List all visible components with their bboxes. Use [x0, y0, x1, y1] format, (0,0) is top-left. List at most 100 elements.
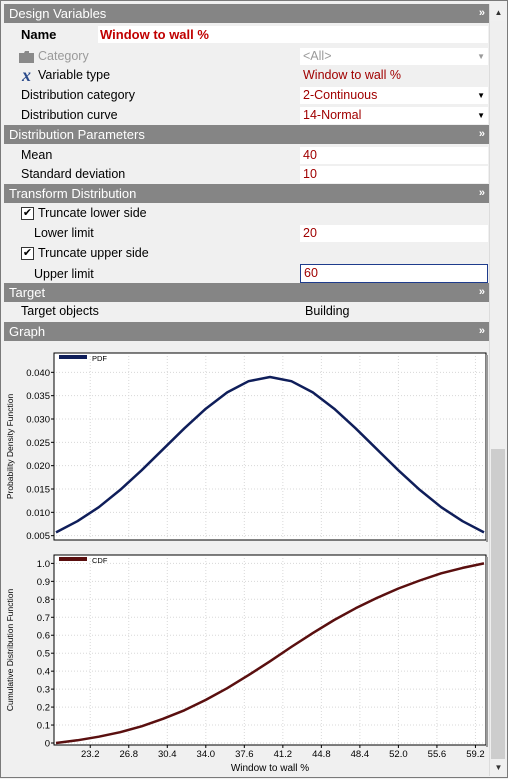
x-tick-label: 34.0 — [197, 749, 216, 760]
y-tick-label: 0.025 — [26, 438, 50, 449]
y-tick-label: 0.8 — [37, 595, 50, 606]
collapse-icon[interactable]: » — [479, 125, 485, 143]
vertical-scrollbar[interactable]: ▲ ▼ — [489, 4, 507, 776]
upper-limit-row: Upper limit 60 — [4, 263, 489, 283]
distribution-category-label: Distribution category — [21, 88, 135, 102]
std-row: Standard deviation 10 — [4, 165, 489, 184]
distribution-curve-select[interactable]: 14-Normal ▼ — [300, 107, 488, 124]
section-header-design-variables[interactable]: Design Variables » — [4, 4, 489, 23]
legend-label: CDF — [92, 556, 108, 565]
y-tick-label: 0.6 — [37, 631, 50, 642]
lower-limit-label: Lower limit — [34, 226, 94, 240]
y-tick-label: 0.035 — [26, 391, 50, 402]
x-tick-label: 48.4 — [351, 749, 370, 760]
truncate-upper-label: Truncate upper side — [38, 246, 149, 260]
section-title: Transform Distribution — [9, 186, 137, 201]
mean-input[interactable]: 40 — [300, 147, 488, 164]
name-label: Name — [21, 27, 57, 42]
category-label: Category — [38, 49, 89, 63]
distribution-curve-label: Distribution curve — [21, 108, 118, 122]
section-header-target[interactable]: Target » — [4, 283, 489, 302]
variable-x-icon: x — [21, 67, 31, 84]
scroll-up-icon[interactable]: ▲ — [490, 4, 507, 21]
y-tick-label: 0.9 — [37, 577, 50, 588]
plot-shadow — [486, 557, 488, 747]
x-tick-label: 59.2 — [466, 749, 485, 760]
y-tick-label: 0.020 — [26, 461, 50, 472]
x-tick-label: 52.0 — [389, 749, 408, 760]
upper-limit-input[interactable]: 60 — [300, 264, 488, 283]
lower-limit-row: Lower limit 20 — [4, 224, 489, 243]
truncate-upper-row: ✔ Truncate upper side — [4, 244, 489, 263]
y-tick-label: 0.005 — [26, 531, 50, 542]
y-tick-label: 0.2 — [37, 703, 50, 714]
section-header-transform-distribution[interactable]: Transform Distribution » — [4, 184, 489, 203]
y-axis-label: Cumulative Distribution Function — [5, 589, 15, 712]
category-row: Category <All> ▼ — [4, 47, 489, 66]
chevron-down-icon: ▼ — [477, 91, 485, 100]
y-tick-label: 0.4 — [37, 667, 50, 678]
x-axis-label: Window to wall % — [231, 763, 309, 774]
truncate-lower-row: ✔ Truncate lower side — [4, 204, 489, 223]
target-objects-row: Target objects Building — [4, 302, 489, 321]
legend-label: PDF — [92, 354, 107, 363]
section-header-distribution-parameters[interactable]: Distribution Parameters » — [4, 125, 489, 144]
y-tick-label: 0.030 — [26, 415, 50, 426]
lower-limit-input[interactable]: 20 — [300, 225, 488, 242]
chevron-down-icon: ▼ — [477, 52, 485, 61]
target-objects-label: Target objects — [21, 304, 99, 318]
collapse-icon[interactable]: » — [479, 283, 485, 301]
target-objects-value[interactable]: Building — [302, 303, 490, 320]
std-label: Standard deviation — [21, 167, 126, 181]
section-title: Distribution Parameters — [9, 127, 145, 142]
properties-panel: Design Variables » Name Window to wall %… — [0, 0, 508, 778]
distribution-category-value: 2-Continuous — [303, 88, 378, 102]
folder-icon — [19, 51, 34, 63]
distribution-charts: 0.005 0.010 0.015 0.020 0.025 0.030 0.035 0.040… — [5, 352, 488, 774]
properties-content: Design Variables » Name Window to wall %… — [4, 4, 489, 776]
y-tick-label: 0.1 — [37, 721, 50, 732]
distribution-category-row: Distribution category 2-Continuous ▼ — [4, 86, 489, 105]
plot-shadow — [486, 355, 488, 542]
variable-type-value: Window to wall % — [303, 68, 401, 82]
truncate-upper-checkbox[interactable]: ✔ — [21, 247, 34, 260]
x-tick-label: 41.2 — [274, 749, 293, 760]
y-tick-label: 0.010 — [26, 508, 50, 519]
section-title: Target — [9, 285, 46, 300]
scroll-down-icon[interactable]: ▼ — [490, 759, 507, 776]
collapse-icon[interactable]: » — [479, 4, 485, 22]
y-tick-label: 0 — [45, 739, 50, 750]
category-select[interactable]: <All> ▼ — [300, 48, 488, 65]
x-tick-label: 37.6 — [235, 749, 254, 760]
y-tick-label: 0.040 — [26, 368, 50, 379]
x-tick-label: 44.8 — [312, 749, 331, 760]
y-tick-label: 0.5 — [37, 649, 50, 660]
section-title: Design Variables — [9, 6, 107, 21]
std-input[interactable]: 10 — [300, 166, 488, 183]
upper-limit-label: Upper limit — [34, 267, 94, 281]
collapse-icon[interactable]: » — [479, 184, 485, 202]
x-tick-label: 23.2 — [81, 749, 100, 760]
scrollbar-thumb[interactable] — [491, 449, 505, 759]
collapse-icon[interactable]: » — [479, 322, 485, 340]
variable-type-row: x Variable type Window to wall % — [4, 66, 489, 85]
legend-swatch — [59, 557, 87, 561]
y-tick-label: 1.0 — [37, 559, 50, 570]
truncate-lower-label: Truncate lower side — [38, 206, 147, 220]
name-row: Name Window to wall % — [4, 25, 489, 44]
section-title: Graph — [9, 324, 46, 339]
y-tick-label: 0.7 — [37, 613, 50, 624]
truncate-lower-checkbox[interactable]: ✔ — [21, 207, 34, 220]
section-header-graph[interactable]: Graph » — [4, 322, 489, 341]
mean-label: Mean — [21, 148, 53, 162]
y-tick-label: 0.3 — [37, 685, 50, 696]
mean-row: Mean 40 — [4, 146, 489, 165]
distribution-category-select[interactable]: 2-Continuous ▼ — [300, 87, 488, 104]
x-tick-label: 55.6 — [428, 749, 447, 760]
name-field[interactable]: Window to wall % — [98, 26, 488, 43]
y-axis-label: Probability Density Function — [5, 394, 15, 500]
distribution-curve-value: 14-Normal — [303, 108, 362, 122]
variable-type-label: Variable type — [38, 68, 111, 82]
y-tick-label: 0.015 — [26, 485, 50, 496]
chevron-down-icon: ▼ — [477, 111, 485, 120]
